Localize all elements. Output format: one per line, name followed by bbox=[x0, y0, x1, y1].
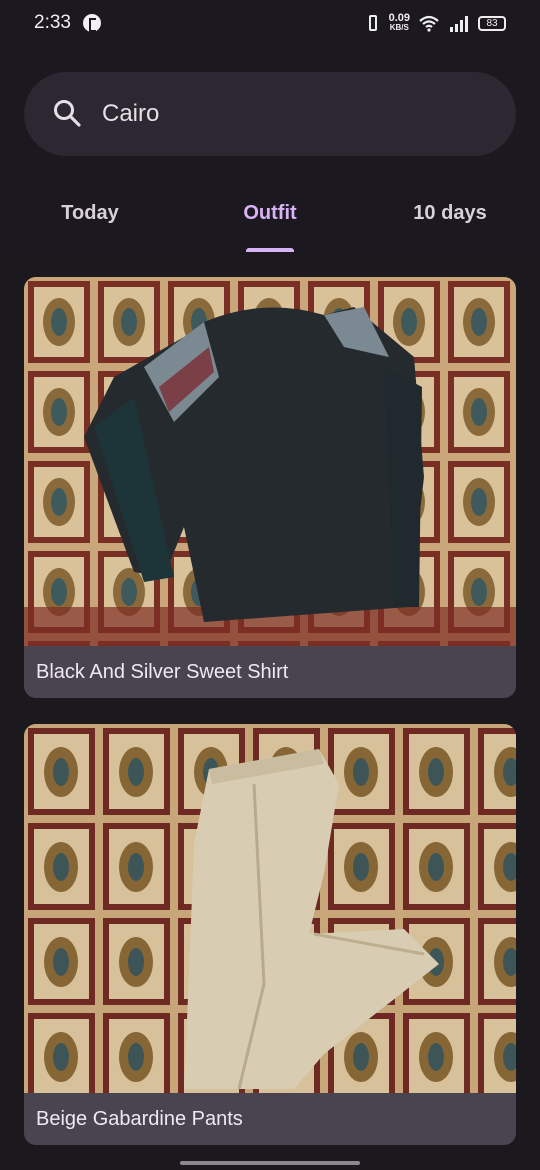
app-notification-icon bbox=[83, 14, 101, 32]
wifi-icon bbox=[419, 15, 439, 32]
outfit-card[interactable]: Beige Gabardine Pants bbox=[24, 724, 516, 1145]
search-bar[interactable]: Cairo bbox=[24, 72, 516, 156]
gesture-navigation-handle[interactable] bbox=[180, 1161, 360, 1165]
outfit-image-pants bbox=[24, 724, 516, 1093]
network-speed-value: 0.09 bbox=[388, 12, 410, 24]
outfit-name: Black And Silver Sweet Shirt bbox=[36, 661, 289, 683]
outfit-image-sweater bbox=[24, 277, 516, 646]
tab-today[interactable]: Today bbox=[10, 202, 170, 225]
tab-outfit[interactable]: Outfit bbox=[190, 202, 350, 225]
search-icon[interactable] bbox=[52, 98, 82, 128]
battery-indicator: 83 bbox=[478, 15, 506, 31]
tab-bar: Today Outfit 10 days bbox=[0, 196, 540, 252]
status-bar: 2:33 0.09 KB/S 83 bbox=[0, 0, 540, 48]
active-tab-indicator bbox=[246, 248, 294, 252]
status-time: 2:33 bbox=[34, 12, 71, 33]
app-header: Cairo Today Outfit 10 days bbox=[0, 48, 540, 252]
signal-icon bbox=[450, 16, 468, 32]
outfit-name: Beige Gabardine Pants bbox=[36, 1108, 243, 1130]
tab-10-days[interactable]: 10 days bbox=[370, 202, 530, 225]
vibrate-icon bbox=[365, 13, 381, 33]
status-icons: 0.09 KB/S 83 bbox=[365, 12, 506, 34]
network-speed: 0.09 KB/S bbox=[388, 12, 410, 33]
outfit-card[interactable]: Black And Silver Sweet Shirt bbox=[24, 277, 516, 698]
network-speed-unit: KB/S bbox=[389, 23, 409, 32]
search-input[interactable]: Cairo bbox=[102, 100, 159, 128]
